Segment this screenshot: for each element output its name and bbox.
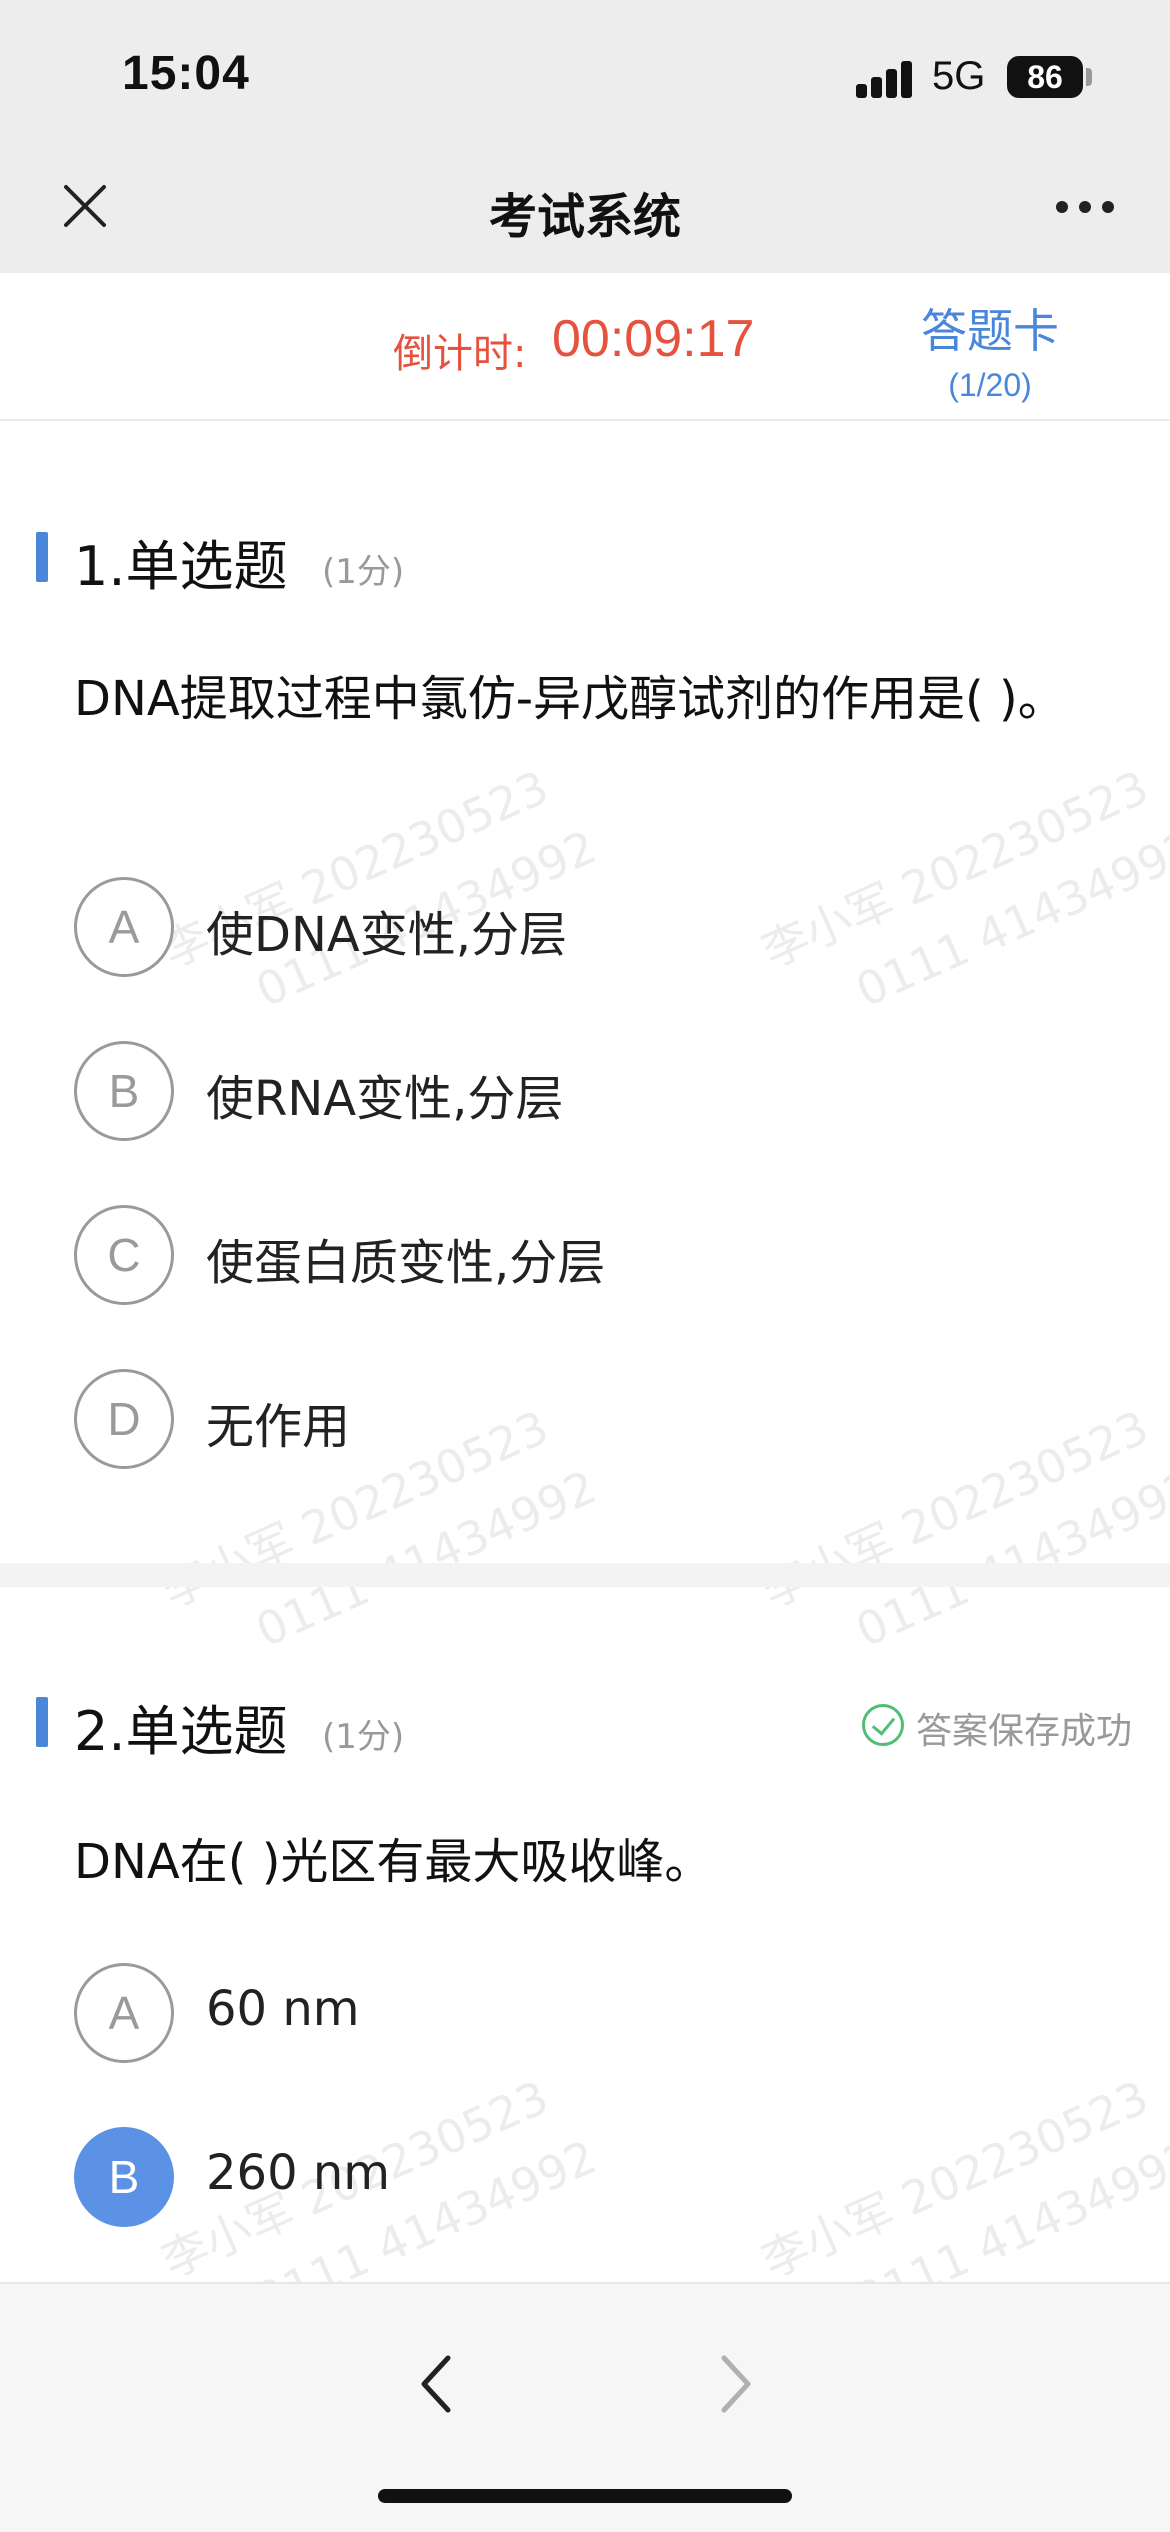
option-letter: A [74, 877, 174, 977]
option-text: 使RNA变性,分层 [206, 1071, 564, 1127]
option-b[interactable]: B 使RNA变性,分层 [74, 1041, 1074, 1141]
chevron-left-icon[interactable] [404, 2344, 464, 2424]
bottom-nav [0, 2282, 1170, 2532]
option-text: 60 nm [206, 1981, 360, 2037]
option-letter: B [74, 1041, 174, 1141]
option-text: 使蛋白质变性,分层 [206, 1235, 606, 1291]
chevron-right-icon[interactable] [708, 2344, 768, 2424]
battery-icon: 86 [1007, 56, 1083, 98]
option-text: 无作用 [206, 1399, 351, 1455]
status-time: 15:04 [122, 47, 250, 100]
question-stem: DNA提取过程中氯仿-异戊醇试剂的作用是( )。 [74, 671, 1066, 727]
option-a[interactable]: A 60 nm [74, 1963, 1074, 2063]
question-marker [36, 532, 48, 582]
option-letter: B [74, 2127, 174, 2227]
countdown-value: 00:09:17 [552, 310, 755, 368]
check-circle-icon [862, 1704, 904, 1746]
option-text: 260 nm [206, 2145, 391, 2201]
question-stem: DNA在( )光区有最大吸收峰。 [74, 1834, 713, 1890]
more-icon[interactable] [1056, 201, 1114, 215]
question-divider [0, 1563, 1170, 1587]
question-score: (1分) [322, 1717, 405, 1757]
battery-tip [1086, 68, 1092, 86]
question-title: 2.单选题 [74, 1700, 288, 1763]
option-b[interactable]: B 260 nm [74, 2127, 1074, 2227]
question-marker [36, 1697, 48, 1747]
option-letter: D [74, 1369, 174, 1469]
option-text: 使DNA变性,分层 [206, 907, 567, 963]
option-letter: A [74, 1963, 174, 2063]
timer-row: 倒计时: 00:09:17 答题卡 (1/20) [0, 273, 1170, 421]
question-score: (1分) [322, 552, 405, 592]
nav-bar: 考试系统 [0, 155, 1170, 273]
option-a[interactable]: A 使DNA变性,分层 [74, 877, 1074, 977]
question-title: 1.单选题 [74, 535, 288, 598]
page-title: 考试系统 [488, 189, 681, 245]
option-c[interactable]: C 使蛋白质变性,分层 [74, 1205, 1074, 1305]
answer-card-label: 答题卡 [921, 304, 1059, 358]
answer-card-button[interactable]: 答题卡 (1/20) [900, 295, 1080, 404]
home-indicator [378, 2489, 792, 2503]
status-bar: 15:04 5G 86 [0, 0, 1170, 155]
network-type: 5G [932, 54, 986, 98]
option-d[interactable]: D 无作用 [74, 1369, 1074, 1469]
countdown-label: 倒计时: [393, 331, 527, 377]
save-status-text: 答案保存成功 [916, 1711, 1133, 1752]
signal-icon [856, 58, 916, 98]
answer-card-count: (1/20) [948, 367, 1032, 403]
battery-level: 86 [1027, 59, 1063, 95]
option-letter: C [74, 1205, 174, 1305]
